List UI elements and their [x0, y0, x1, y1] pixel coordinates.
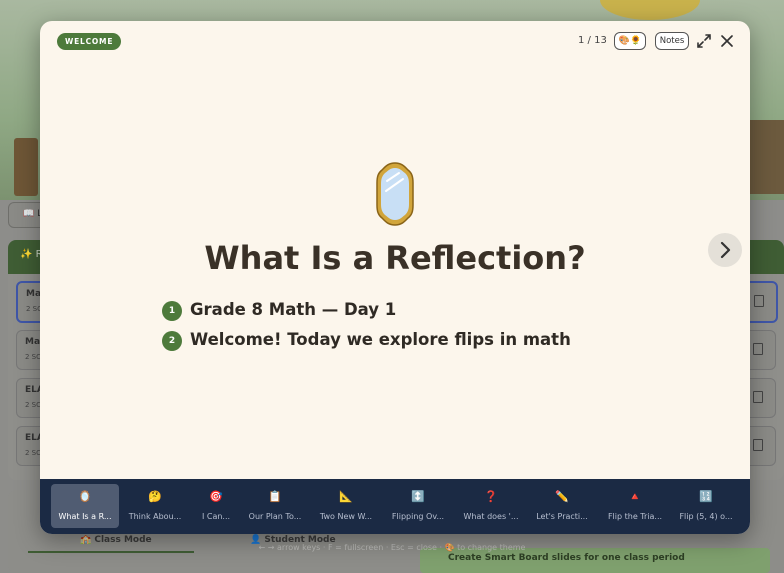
slide-thumbnail-5[interactable]: 📐 Two New W...	[312, 484, 380, 528]
slide-thumbnail-6[interactable]: ↕️ Flipping Ov...	[384, 484, 452, 528]
slide-thumbnail-7[interactable]: ❓ What does '...	[457, 484, 525, 528]
theme-button[interactable]: 🎨🌻	[614, 32, 646, 50]
slide-thumbnail-10[interactable]: 🔢 Flip (5, 4) o...	[672, 484, 740, 528]
slide-thumbnail-strip: 🪞 What Is a R... 🤔 Think Abou... 🎯 I Can…	[40, 479, 750, 534]
point-text: Grade 8 Math — Day 1	[190, 300, 397, 319]
background-building	[748, 120, 784, 194]
point-number: 1	[162, 301, 182, 321]
slide-thumbnail-4[interactable]: 📋 Our Plan To...	[241, 484, 309, 528]
thumbnail-icon: 🤔	[148, 490, 162, 503]
trash-icon	[753, 391, 763, 403]
background-item-title: Ma	[26, 289, 42, 299]
thumbnail-label: Our Plan To...	[248, 512, 302, 521]
thumbnail-label: Two New W...	[319, 512, 373, 521]
thumbnail-label: I Can...	[201, 512, 231, 521]
create-smart-board-label: Create Smart Board slides for one class …	[448, 553, 685, 563]
slide-thumbnail-8[interactable]: ✏️ Let's Practi...	[528, 484, 596, 528]
thumbnail-label: What Is a R...	[58, 512, 112, 521]
thumbnail-label: Let's Practi...	[536, 512, 588, 521]
next-slide-button[interactable]	[708, 233, 742, 267]
thumbnail-icon: ↕️	[411, 490, 425, 503]
chevron-right-icon	[720, 241, 731, 259]
thumbnail-icon: 🪞	[78, 490, 92, 503]
notes-button[interactable]: Notes	[655, 32, 689, 50]
slide-thumbnail-3[interactable]: 🎯 I Can...	[182, 484, 250, 528]
trash-icon	[753, 439, 763, 451]
slide-presenter-modal: WELCOME 1 / 13 🎨🌻 Notes What Is a Reflec…	[40, 21, 750, 534]
thumbnail-icon: 📋	[268, 490, 282, 503]
background-item-sub: 2 SC	[25, 353, 42, 361]
thumbnail-label: What does '...	[463, 512, 519, 521]
fullscreen-icon[interactable]	[696, 33, 712, 49]
thumbnail-icon: ❓	[484, 490, 498, 503]
background-item-title: Ma	[25, 337, 41, 347]
mirror-icon	[375, 161, 415, 227]
thumbnail-label: Flipping Ov...	[391, 512, 445, 521]
thumbnail-label: Think Abou...	[128, 512, 182, 521]
close-icon[interactable]	[719, 33, 735, 49]
point-number: 2	[162, 331, 182, 351]
trash-icon	[754, 295, 764, 307]
point-text: Welcome! Today we explore flips in math	[190, 330, 571, 349]
thumbnail-label: Flip the Tria...	[607, 512, 663, 521]
thumbnail-icon: 🔺	[628, 490, 642, 503]
slide-thumbnail-2[interactable]: 🤔 Think Abou...	[121, 484, 189, 528]
keyboard-hint: ← → arrow keys · F = fullscreen · Esc = …	[258, 543, 526, 552]
trash-icon	[753, 343, 763, 355]
thumbnail-icon: 🎯	[209, 490, 223, 503]
slide-section-badge: WELCOME	[57, 33, 122, 50]
slide-thumbnail-9[interactable]: 🔺 Flip the Tria...	[601, 484, 669, 528]
background-item-sub: 2 SC	[25, 449, 42, 457]
thumbnail-icon: ✏️	[555, 490, 569, 503]
thumbnail-label: Flip (5, 4) o...	[679, 512, 733, 521]
slide-counter: 1 / 13	[578, 35, 607, 46]
background-item-sub: 2 SC	[25, 401, 42, 409]
background-fence	[14, 138, 38, 196]
slide-title: What Is a Reflection?	[204, 239, 586, 277]
thumbnail-icon: 📐	[339, 490, 353, 503]
slide-thumbnail-1[interactable]: 🪞 What Is a R...	[51, 484, 119, 528]
thumbnail-icon: 🔢	[699, 490, 713, 503]
